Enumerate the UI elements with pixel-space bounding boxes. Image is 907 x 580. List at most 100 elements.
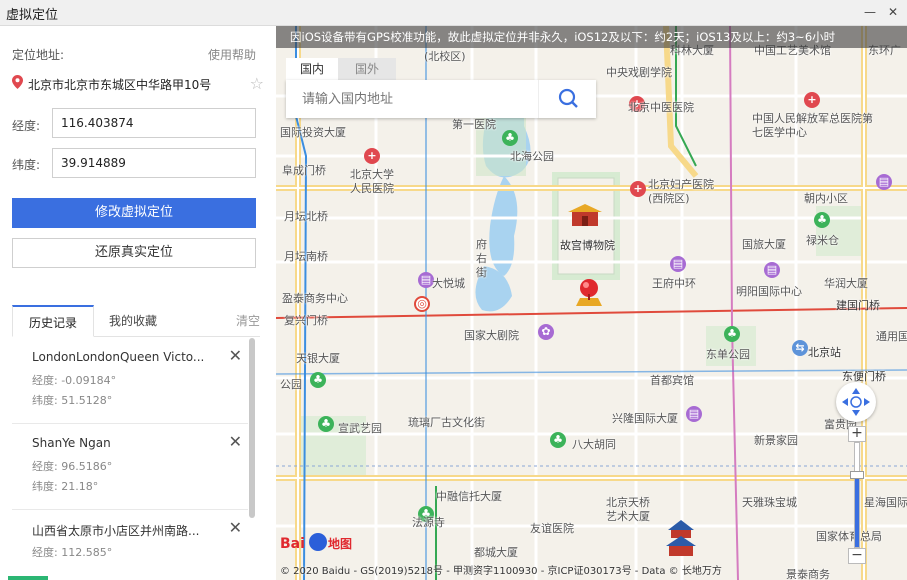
subway-icon[interactable]: ◎	[414, 296, 430, 312]
map-label: 友谊医院	[530, 522, 574, 535]
map-label: 月坛南桥	[284, 250, 328, 263]
map-label: 北京大学人民医院	[350, 168, 394, 195]
shopping-icon[interactable]: ▤	[764, 262, 780, 278]
latitude-input[interactable]	[52, 148, 256, 178]
zoom-in-button[interactable]: +	[848, 426, 866, 442]
modify-location-button[interactable]: 修改虚拟定位	[12, 198, 256, 228]
current-address: 北京市北京市东城区中华路甲10号 ☆	[12, 74, 264, 94]
search-tabs: 国内 国外	[286, 58, 596, 80]
temple-of-heaven-icon	[666, 520, 696, 556]
map-label: 兴隆国际大厦	[612, 412, 678, 425]
tab-favorites[interactable]: 我的收藏	[102, 305, 164, 337]
map-view[interactable]: + + + + ♣ ♣ ♣ ♣ ♣ ♣ ♣ ▤ ▤ ▤ ▤ ✿ ▤ ⇆ ◎ (北…	[276, 26, 907, 580]
map-label: 大悦城	[432, 277, 465, 290]
close-icon[interactable]: ✕	[229, 432, 242, 451]
history-item-lat: 纬度: 51.5128°	[32, 394, 113, 407]
restore-location-button[interactable]: 还原真实定位	[12, 238, 256, 268]
close-icon[interactable]: ✕	[229, 346, 242, 365]
zoom-out-button[interactable]: −	[848, 548, 866, 564]
map-label: 月坛北桥	[284, 210, 328, 223]
svg-text:地图: 地图	[328, 536, 352, 551]
map-label: 通用国际	[876, 330, 907, 343]
park-icon[interactable]: ♣	[814, 212, 830, 228]
map-label: 华润大厦	[824, 277, 868, 290]
close-window-button[interactable]: ✕	[885, 4, 901, 20]
map-label: 盈泰商务中心	[282, 292, 348, 305]
minimize-button[interactable]: —	[862, 4, 878, 20]
map-label: 明阳国际中心	[736, 285, 802, 298]
search-icon	[558, 88, 578, 108]
sidebar: 定位地址: 使用帮助 北京市北京市东城区中华路甲10号 ☆ 经度: 纬度: 修改…	[0, 26, 276, 580]
shopping-icon[interactable]: ▤	[670, 256, 686, 272]
pan-arrows-icon	[842, 388, 870, 416]
help-link[interactable]: 使用帮助	[208, 46, 256, 63]
map-label: 琉璃厂古文化街	[408, 416, 485, 429]
zoom-slider[interactable]	[850, 442, 864, 548]
map-label: 府右街	[476, 238, 487, 279]
map-label: 天雅珠宝城	[742, 496, 797, 509]
address-search-input[interactable]	[286, 80, 536, 118]
park-icon[interactable]: ♣	[310, 372, 326, 388]
zoom-level-fill	[855, 473, 859, 547]
list-item[interactable]: ShanYe Ngan ✕ 经度: 96.5186° 纬度: 21.18°	[12, 424, 248, 510]
history-list: LondonLondonQueen Victo... ✕ 经度: -0.0918…	[12, 338, 248, 580]
zoom-slider-handle[interactable]	[850, 471, 864, 479]
tab-abroad[interactable]: 国外	[338, 58, 396, 80]
latitude-label: 纬度:	[12, 158, 41, 172]
search-button[interactable]	[538, 80, 596, 118]
hospital-icon[interactable]: +	[804, 92, 820, 108]
history-item-lat: 纬度: 21.18°	[32, 480, 99, 493]
history-scrollbar[interactable]	[249, 338, 255, 518]
map-label: 公园	[280, 378, 302, 391]
map-label: 景泰商务	[786, 568, 830, 580]
list-item[interactable]: 山西省太原市小店区并州南路... ✕ 经度: 112.585°	[12, 510, 248, 580]
map-label: 星海国际	[864, 496, 907, 509]
theater-icon[interactable]: ✿	[538, 324, 554, 340]
hospital-icon[interactable]: +	[630, 181, 646, 197]
taskbar-indicator	[8, 576, 48, 580]
map-label: 建国门桥	[836, 299, 880, 312]
building-icon[interactable]: ▤	[686, 406, 702, 422]
map-pan-control[interactable]	[836, 382, 876, 422]
longitude-label: 经度:	[12, 119, 41, 133]
map-label: 中融信托大厦	[436, 490, 502, 503]
park-icon[interactable]: ♣	[724, 326, 740, 342]
park-icon[interactable]: ♣	[318, 416, 334, 432]
shopping-icon[interactable]: ▤	[876, 174, 892, 190]
baidu-map-logo-icon: Bai 地图	[280, 533, 352, 552]
map-label: 北京天桥艺术大厦	[606, 496, 650, 523]
address-text: 北京市北京市东城区中华路甲10号	[28, 78, 212, 92]
map-label: 中国人民解放军总医院第七医学中心	[752, 112, 873, 139]
history-item-name: ShanYe Ngan	[32, 436, 111, 450]
map-label: 北京站	[808, 346, 841, 359]
map-label: 复兴门桥	[284, 314, 328, 327]
map-label: 阜成门桥	[282, 164, 326, 177]
park-icon[interactable]: ♣	[502, 130, 518, 146]
tab-history[interactable]: 历史记录	[12, 305, 94, 337]
map-label: 北京妇产医院(西院区)	[648, 178, 714, 205]
train-station-icon[interactable]: ⇆	[792, 340, 808, 356]
location-pin-icon	[12, 75, 23, 89]
map-label: 北海公园	[510, 150, 554, 163]
history-item-name: 山西省太原市小店区并州南路...	[32, 524, 200, 538]
tab-domestic[interactable]: 国内	[286, 58, 338, 80]
history-item-name: LondonLondonQueen Victo...	[32, 350, 205, 364]
map-label: 禄米仓	[806, 234, 839, 247]
favorite-star-icon[interactable]: ☆	[250, 74, 264, 93]
history-item-lng: 经度: 96.5186°	[32, 460, 113, 473]
park-icon[interactable]: ♣	[550, 432, 566, 448]
zoom-control: + −	[848, 426, 866, 564]
map-location-marker-icon[interactable]	[572, 276, 606, 310]
map-label: 都城大厦	[474, 546, 518, 559]
location-label: 定位地址:	[12, 48, 65, 62]
clear-history-button[interactable]: 清空	[236, 305, 260, 337]
close-icon[interactable]: ✕	[229, 518, 242, 537]
window-title: 虚拟定位	[6, 8, 59, 23]
map-label: 故宫博物院	[560, 239, 615, 252]
map-label: 法源寺	[412, 516, 445, 529]
longitude-input[interactable]	[52, 108, 256, 138]
map-label: 国旅大厦	[742, 238, 786, 251]
map-label: 朝内小区	[804, 192, 848, 205]
list-item[interactable]: LondonLondonQueen Victo... ✕ 经度: -0.0918…	[12, 338, 248, 424]
hospital-icon[interactable]: +	[364, 148, 380, 164]
